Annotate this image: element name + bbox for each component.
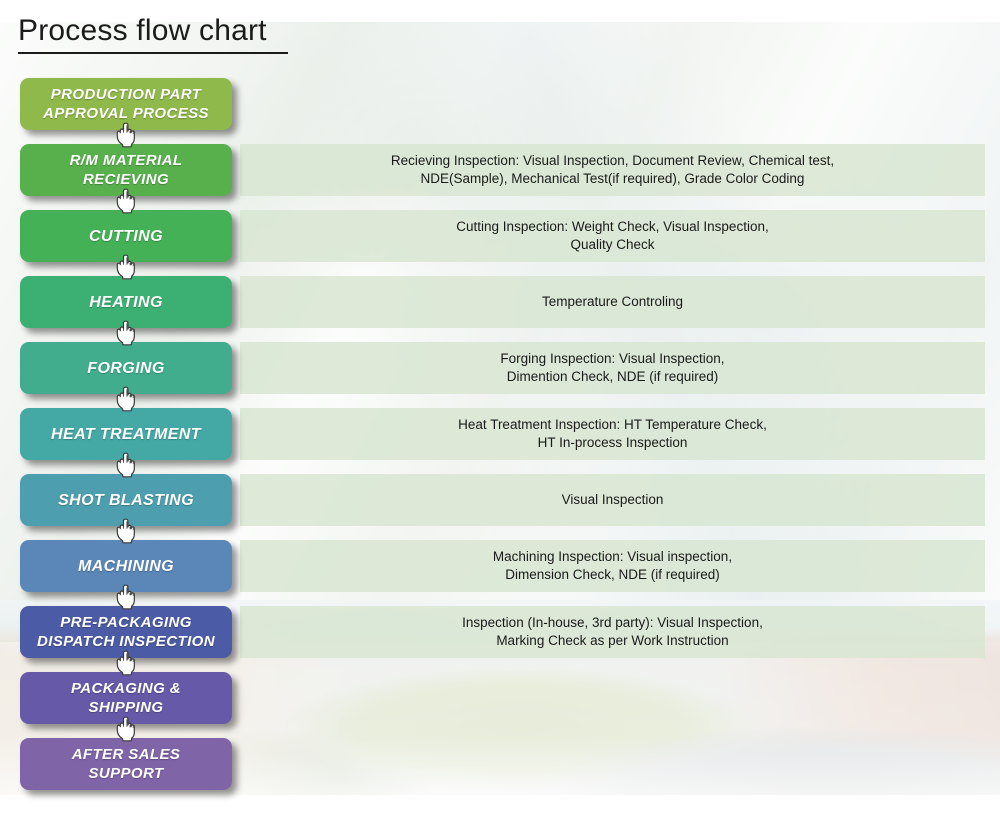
process-stage-row: AFTER SALES SUPPORT	[0, 738, 1000, 804]
stage-description-panel: Heat Treatment Inspection: HT Temperatur…	[240, 408, 985, 460]
pointing-hand-cursor-icon	[112, 716, 140, 742]
process-stage-box[interactable]: AFTER SALES SUPPORT	[20, 738, 232, 790]
pointing-hand-cursor-icon	[112, 386, 140, 412]
pointing-hand-cursor-icon	[112, 452, 140, 478]
stage-description-panel: Inspection (In-house, 3rd party): Visual…	[240, 606, 985, 658]
process-stage-row: Cutting Inspection: Weight Check, Visual…	[0, 210, 1000, 276]
stage-description-panel: Visual Inspection	[240, 474, 985, 526]
process-stage-row: Visual InspectionSHOT BLASTING	[0, 474, 1000, 540]
stage-description-panel: Temperature Controling	[240, 276, 985, 328]
process-stage-row: Inspection (In-house, 3rd party): Visual…	[0, 606, 1000, 672]
process-flow-diagram: PRODUCTION PART APPROVAL PROCESS Recievi…	[0, 78, 1000, 804]
pointing-hand-cursor-icon	[112, 122, 140, 148]
stage-description-panel: Machining Inspection: Visual inspection,…	[240, 540, 985, 592]
pointing-hand-cursor-icon	[112, 188, 140, 214]
process-stage-row: Forging Inspection: Visual Inspection, D…	[0, 342, 1000, 408]
pointing-hand-cursor-icon	[112, 650, 140, 676]
pointing-hand-cursor-icon	[112, 518, 140, 544]
process-stage-row: PACKAGING & SHIPPING	[0, 672, 1000, 738]
pointing-hand-cursor-icon	[112, 254, 140, 280]
process-stage-row: Machining Inspection: Visual inspection,…	[0, 540, 1000, 606]
page-header: Process flow chart	[18, 12, 288, 54]
pointing-hand-cursor-icon	[112, 584, 140, 610]
pointing-hand-cursor-icon	[112, 320, 140, 346]
stage-description-panel: Recieving Inspection: Visual Inspection,…	[240, 144, 985, 196]
process-stage-row: PRODUCTION PART APPROVAL PROCESS	[0, 78, 1000, 144]
process-stage-row: Heat Treatment Inspection: HT Temperatur…	[0, 408, 1000, 474]
title-underline	[18, 52, 288, 54]
process-stage-row: Temperature ControlingHEATING	[0, 276, 1000, 342]
stage-description-panel: Forging Inspection: Visual Inspection, D…	[240, 342, 985, 394]
page-title: Process flow chart	[18, 12, 288, 50]
process-stage-row: Recieving Inspection: Visual Inspection,…	[0, 144, 1000, 210]
stage-description-panel: Cutting Inspection: Weight Check, Visual…	[240, 210, 985, 262]
